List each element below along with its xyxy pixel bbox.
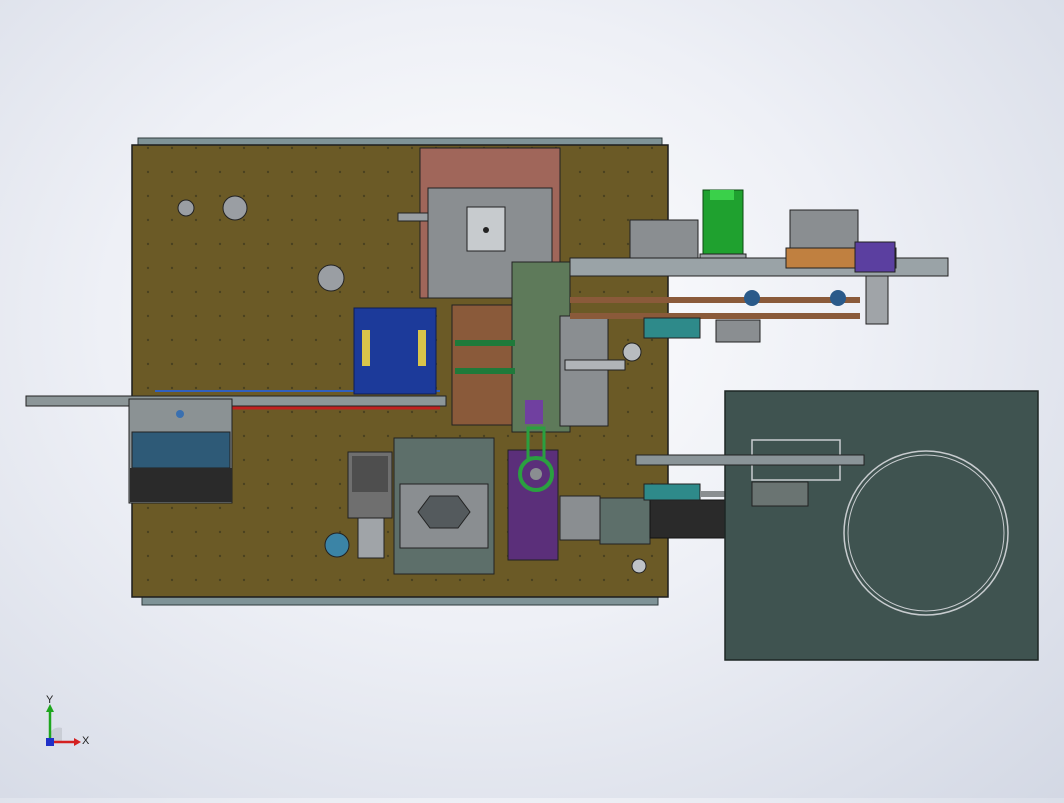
assembly-drawing: [25, 137, 1039, 661]
cad-viewport[interactable]: Y X: [0, 0, 1064, 798]
blue-tray: [353, 307, 437, 395]
coordinate-triad: Y X: [40, 694, 90, 754]
left-feed-block: [128, 398, 233, 504]
left-feed-rail: [25, 395, 447, 407]
y-axis-label: Y: [46, 694, 54, 706]
x-axis-label: X: [82, 735, 90, 747]
